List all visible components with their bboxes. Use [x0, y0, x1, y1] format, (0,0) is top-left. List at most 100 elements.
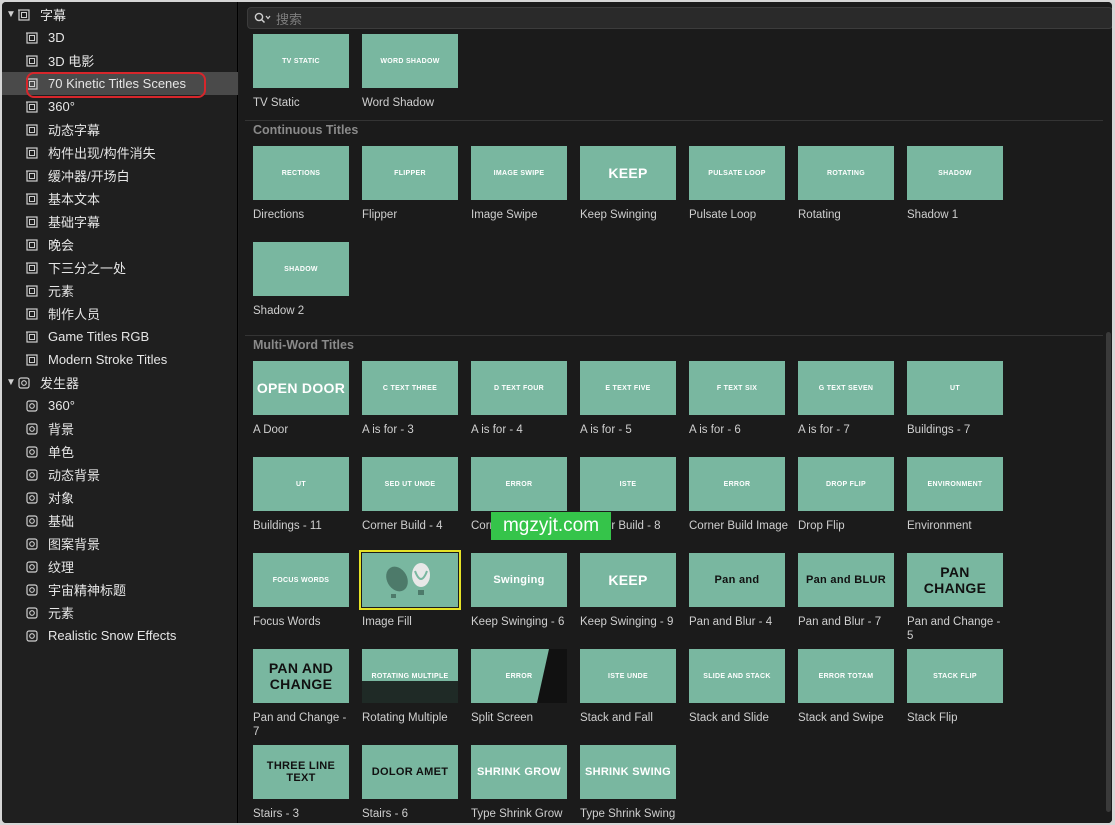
sidebar-item[interactable]: 下三分之一处 — [2, 256, 238, 279]
tile-thumbnail[interactable]: F TEXT SIX — [689, 361, 785, 415]
tile-thumbnail[interactable]: KEEP — [580, 553, 676, 607]
sidebar-item[interactable]: 缓冲器/开场白 — [2, 164, 238, 187]
title-tile[interactable]: SLIDE AND STACK Stack and Slide — [689, 649, 789, 725]
sidebar-item[interactable]: Game Titles RGB — [2, 325, 238, 348]
tile-thumbnail[interactable]: DOLOR AMET — [362, 745, 458, 799]
tile-thumbnail[interactable]: FOCUS WORDS — [253, 553, 349, 607]
title-tile[interactable]: IMAGE SWIPE Image Swipe — [471, 146, 571, 222]
title-tile[interactable]: SHADOW Shadow 2 — [253, 242, 353, 318]
tile-thumbnail[interactable]: PAN CHANGE — [907, 553, 1003, 607]
title-tile[interactable]: UT Buildings - 7 — [907, 361, 1007, 437]
title-tile[interactable]: KEEP Keep Swinging - 9 — [580, 553, 680, 629]
sidebar-item[interactable]: 背景 — [2, 417, 238, 440]
title-tile[interactable]: D TEXT FOUR A is for - 4 — [471, 361, 571, 437]
tile-thumbnail[interactable]: ERROR TOTAM — [798, 649, 894, 703]
title-tile[interactable]: G TEXT SEVEN A is for - 7 — [798, 361, 898, 437]
tile-thumbnail[interactable]: ROTATING — [798, 146, 894, 200]
title-tile[interactable]: THREE LINE TEXT Stairs - 3 — [253, 745, 353, 821]
title-tile[interactable]: DROP FLIP Drop Flip — [798, 457, 898, 533]
title-tile[interactable]: PAN CHANGE Pan and Change - 5 — [907, 553, 1007, 643]
title-tile[interactable]: UT Buildings - 11 — [253, 457, 353, 533]
tile-thumbnail[interactable]: DROP FLIP — [798, 457, 894, 511]
tile-thumbnail[interactable]: C TEXT THREE — [362, 361, 458, 415]
title-tile[interactable]: ROTATING MULTIPLE Rotating Multiple — [362, 649, 462, 725]
tile-thumbnail[interactable]: KEEP — [580, 146, 676, 200]
tile-thumbnail[interactable]: Swinging — [471, 553, 567, 607]
title-tile[interactable]: KEEP Keep Swinging — [580, 146, 680, 222]
title-tile[interactable]: RECTIONS Directions — [253, 146, 353, 222]
title-tile[interactable]: STACK FLIP Stack Flip — [907, 649, 1007, 725]
sidebar-item[interactable]: 360° — [2, 95, 238, 118]
title-tile[interactable]: PULSATE LOOP Pulsate Loop — [689, 146, 789, 222]
tile-thumbnail[interactable]: E TEXT FIVE — [580, 361, 676, 415]
sidebar-item[interactable]: Realistic Snow Effects — [2, 624, 238, 647]
sidebar-item[interactable]: 单色 — [2, 440, 238, 463]
tile-thumbnail[interactable]: ENVIRONMENT — [907, 457, 1003, 511]
title-tile[interactable]: FOCUS WORDS Focus Words — [253, 553, 353, 629]
title-tile[interactable]: FLIPPER Flipper — [362, 146, 462, 222]
title-tile[interactable]: SHRINK GROW Type Shrink Grow — [471, 745, 571, 821]
sidebar-item[interactable]: 70 Kinetic Titles Scenes — [2, 72, 238, 95]
tile-thumbnail[interactable]: SHRINK GROW — [471, 745, 567, 799]
sidebar-item[interactable]: 动态背景 — [2, 463, 238, 486]
sidebar-item[interactable]: 动态字幕 — [2, 118, 238, 141]
tile-thumbnail[interactable]: IMAGE SWIPE — [471, 146, 567, 200]
tile-thumbnail[interactable]: Pan and — [689, 553, 785, 607]
title-tile[interactable]: F TEXT SIX A is for - 6 — [689, 361, 789, 437]
sidebar-item[interactable]: 宇宙精神标题 — [2, 578, 238, 601]
title-tile[interactable]: TV STATIC TV Static — [253, 34, 353, 110]
title-tile[interactable]: Image Fill — [359, 550, 462, 629]
tile-thumbnail[interactable]: ISTE — [580, 457, 676, 511]
tile-thumbnail[interactable]: ROTATING MULTIPLE — [362, 649, 458, 703]
sidebar-item[interactable]: 构件出现/构件消失 — [2, 141, 238, 164]
title-tile[interactable]: ENVIRONMENT Environment — [907, 457, 1007, 533]
tile-thumbnail[interactable]: PAN AND CHANGE — [253, 649, 349, 703]
title-tile[interactable]: ROTATING Rotating — [798, 146, 898, 222]
title-tile[interactable]: SHADOW Shadow 1 — [907, 146, 1007, 222]
sidebar-item[interactable]: 元素 — [2, 279, 238, 302]
title-tile[interactable]: ERROR Split Screen — [471, 649, 571, 725]
sidebar-item[interactable]: 3D 电影 — [2, 49, 238, 72]
tile-thumbnail[interactable]: SHADOW — [253, 242, 349, 296]
sidebar-group-0[interactable]: ▼ 字幕 — [2, 3, 238, 26]
title-tile[interactable]: Pan and Pan and Blur - 4 — [689, 553, 789, 629]
disclosure-triangle-icon[interactable]: ▼ — [6, 377, 16, 388]
tile-thumbnail[interactable]: UT — [907, 361, 1003, 415]
sidebar-item[interactable]: 360° — [2, 394, 238, 417]
sidebar-item[interactable]: 基础 — [2, 509, 238, 532]
tile-thumbnail[interactable]: UT — [253, 457, 349, 511]
title-tile[interactable]: OPEN DOOR A Door — [253, 361, 353, 437]
sidebar-group-1[interactable]: ▼ 发生器 — [2, 371, 238, 394]
tile-thumbnail[interactable]: TV STATIC — [253, 34, 349, 88]
sidebar-item[interactable]: 基础字幕 — [2, 210, 238, 233]
title-tile[interactable]: Swinging Keep Swinging - 6 — [471, 553, 571, 629]
sidebar-item[interactable]: 对象 — [2, 486, 238, 509]
tile-thumbnail[interactable] — [359, 550, 461, 610]
tile-thumbnail[interactable]: Pan and BLUR — [798, 553, 894, 607]
tile-thumbnail[interactable]: G TEXT SEVEN — [798, 361, 894, 415]
tile-thumbnail[interactable]: FLIPPER — [362, 146, 458, 200]
sidebar-item[interactable]: 制作人员 — [2, 302, 238, 325]
scrollbar-knob[interactable] — [1106, 332, 1111, 812]
title-tile[interactable]: DOLOR AMET Stairs - 6 — [362, 745, 462, 821]
sidebar-item[interactable]: 纹理 — [2, 555, 238, 578]
tile-thumbnail[interactable]: D TEXT FOUR — [471, 361, 567, 415]
tile-thumbnail[interactable]: ERROR — [471, 649, 567, 703]
title-tile[interactable]: ERROR TOTAM Stack and Swipe — [798, 649, 898, 725]
title-tile[interactable]: SED UT UNDE Corner Build - 4 — [362, 457, 462, 533]
tile-thumbnail[interactable]: ERROR — [689, 457, 785, 511]
tile-thumbnail[interactable]: PULSATE LOOP — [689, 146, 785, 200]
sidebar-item[interactable]: 晚会 — [2, 233, 238, 256]
tile-thumbnail[interactable]: SHRINK SWING — [580, 745, 676, 799]
tile-thumbnail[interactable]: WORD SHADOW — [362, 34, 458, 88]
tile-thumbnail[interactable]: THREE LINE TEXT — [253, 745, 349, 799]
title-tile[interactable]: Pan and BLUR Pan and Blur - 7 — [798, 553, 898, 629]
title-tile[interactable]: ISTE UNDE Stack and Fall — [580, 649, 680, 725]
tile-thumbnail[interactable]: SED UT UNDE — [362, 457, 458, 511]
tile-thumbnail[interactable]: STACK FLIP — [907, 649, 1003, 703]
tile-thumbnail[interactable]: RECTIONS — [253, 146, 349, 200]
tile-thumbnail[interactable]: ISTE UNDE — [580, 649, 676, 703]
title-tile[interactable]: WORD SHADOW Word Shadow — [362, 34, 462, 110]
sidebar-item[interactable]: 图案背景 — [2, 532, 238, 555]
tile-thumbnail[interactable]: ERROR — [471, 457, 567, 511]
